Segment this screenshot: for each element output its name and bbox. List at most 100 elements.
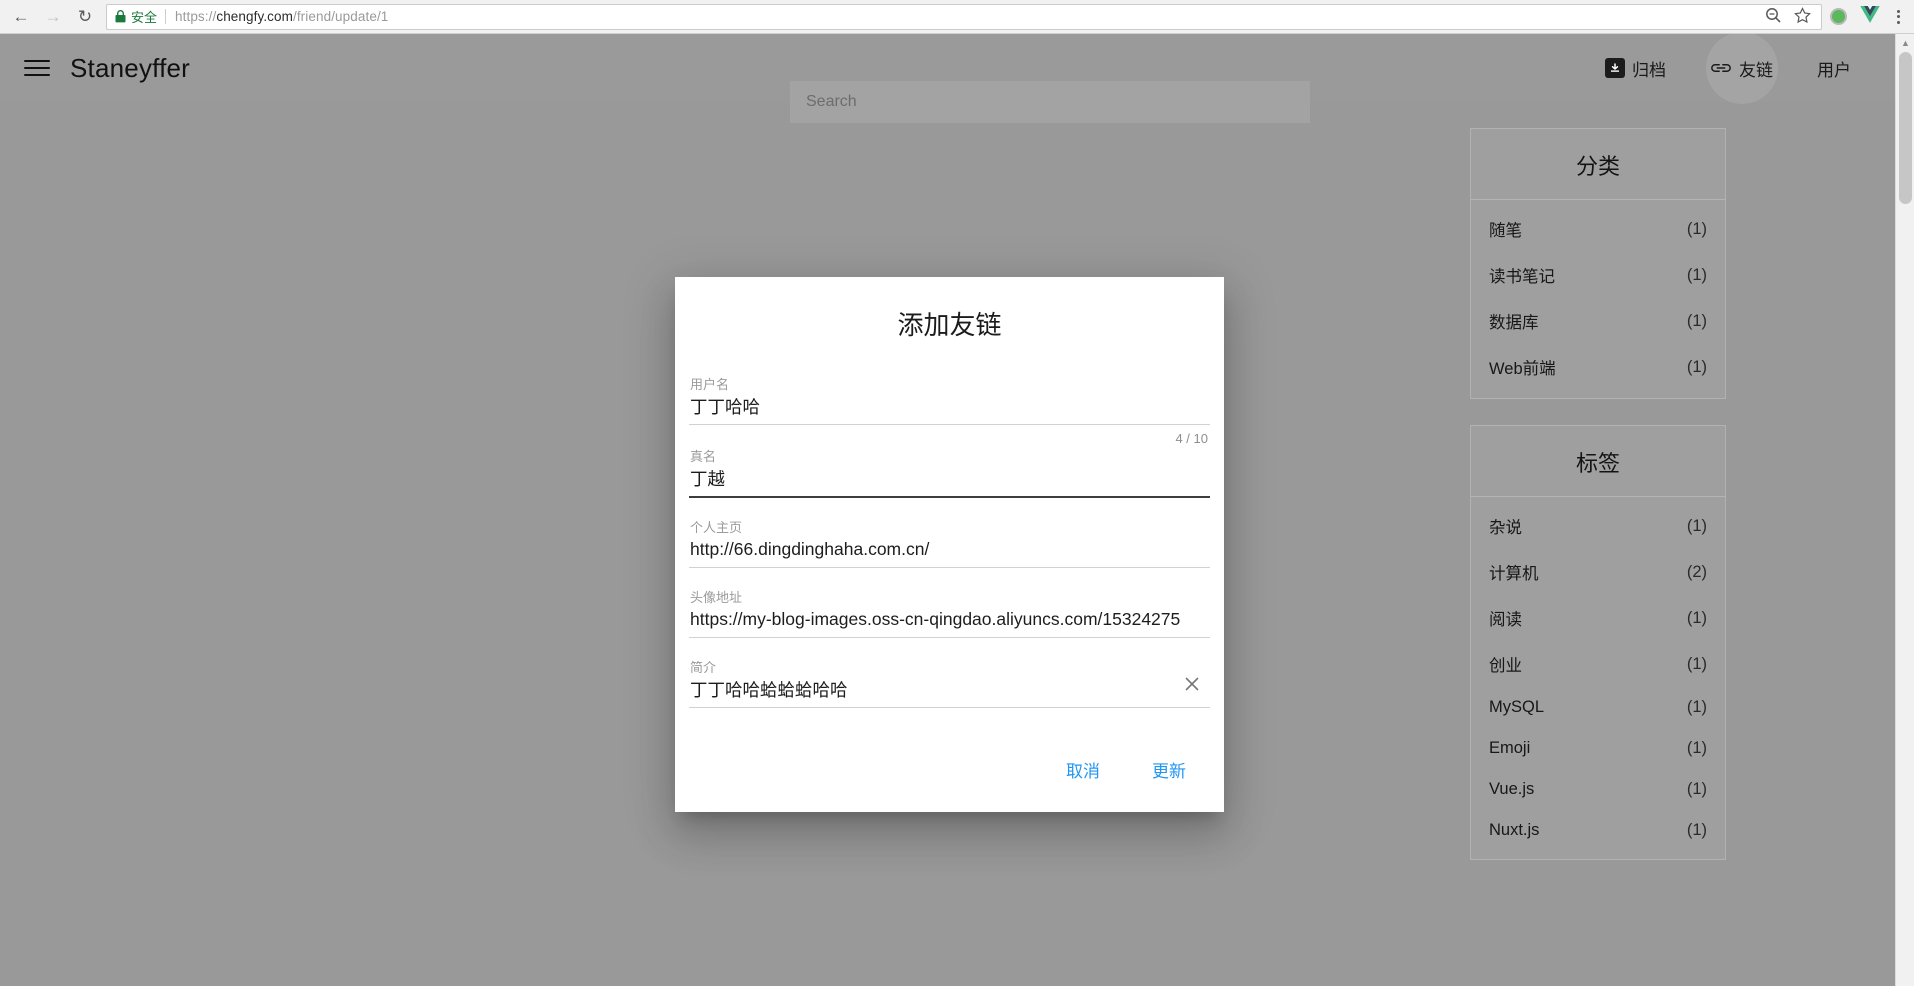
star-icon[interactable]	[1794, 6, 1811, 27]
page-title: Staneyffer	[70, 52, 191, 83]
tag-count: (2)	[1686, 562, 1707, 581]
category-count: (1)	[1686, 265, 1707, 284]
nav-item-friendlink[interactable]: 友链	[1688, 46, 1795, 91]
tag-count: (1)	[1686, 608, 1707, 627]
back-arrow-icon[interactable]: ←	[6, 3, 36, 31]
close-icon[interactable]	[1180, 672, 1204, 696]
list-item[interactable]: Web前端 (1)	[1471, 344, 1725, 390]
list-item[interactable]: MySQL (1)	[1471, 687, 1725, 728]
category-label: Web前端	[1489, 360, 1556, 378]
categories-list: 随笔 (1) 读书笔记 (1) 数据库 (1) Web前端 (1)	[1471, 200, 1725, 398]
search-container	[790, 81, 1310, 123]
field-homepage: 个人主页	[689, 498, 1210, 568]
field-avatar-url: 头像地址	[689, 568, 1210, 638]
categories-title: 分类	[1471, 129, 1725, 200]
dialog-title: 添加友链	[897, 310, 1002, 340]
field-bio-underline	[689, 706, 1210, 708]
list-item[interactable]: Vue.js (1)	[1471, 769, 1725, 810]
page-content: Staneyffer 归档 友链 用户 分类	[0, 34, 1914, 986]
browser-toolbar: ← → ↻ 安全 https://chengfy.com/friend/upda…	[0, 0, 1914, 34]
tag-label: 计算机	[1489, 565, 1539, 583]
tag-count: (1)	[1686, 780, 1707, 798]
tags-list: 杂说 (1) 计算机 (2) 阅读 (1) 创业 (1) MySQL (1) E…	[1471, 497, 1725, 859]
field-homepage-input[interactable]	[689, 538, 1210, 567]
hamburger-menu-icon[interactable]	[18, 49, 56, 87]
browser-extensions	[1830, 5, 1914, 28]
list-item[interactable]: 数据库 (1)	[1471, 298, 1725, 344]
list-item[interactable]: 随笔 (1)	[1471, 206, 1725, 252]
list-item[interactable]: Emoji (1)	[1471, 728, 1725, 769]
field-username: 用户名 4 / 10	[689, 364, 1210, 446]
category-count: (1)	[1686, 357, 1707, 376]
field-avatar-url-label: 头像地址	[690, 589, 743, 605]
update-button[interactable]: 更新	[1138, 749, 1200, 790]
search-input[interactable]	[790, 81, 1310, 123]
url-scheme: https://	[175, 9, 217, 24]
right-sidebar: 分类 随笔 (1) 读书笔记 (1) 数据库 (1) Web前端 (1) 标签 …	[1470, 128, 1726, 886]
tag-count: (1)	[1686, 654, 1707, 673]
nav-item-user-label: 用户	[1817, 60, 1851, 80]
field-username-counter: 4 / 10	[1175, 431, 1208, 446]
category-label: 随笔	[1489, 222, 1522, 240]
forward-arrow-icon[interactable]: →	[38, 3, 68, 31]
nav-item-archive[interactable]: 归档	[1583, 46, 1688, 91]
url-text: https://chengfy.com/friend/update/1	[175, 9, 388, 24]
nav-item-archive-label: 归档	[1632, 60, 1666, 80]
category-label: 数据库	[1489, 314, 1539, 332]
tag-label: 杂说	[1489, 519, 1522, 537]
zoom-icon[interactable]	[1765, 7, 1782, 27]
reload-icon[interactable]: ↻	[70, 3, 100, 31]
list-item[interactable]: Nuxt.js (1)	[1471, 810, 1725, 851]
nav-item-friendlink-label: 友链	[1739, 60, 1773, 80]
tag-count: (1)	[1686, 516, 1707, 535]
list-item[interactable]: 创业 (1)	[1471, 641, 1725, 687]
field-realname: 真名	[689, 446, 1210, 498]
scrollbar-thumb[interactable]	[1899, 52, 1912, 204]
category-count: (1)	[1686, 219, 1707, 238]
field-username-input[interactable]	[689, 396, 1210, 424]
field-avatar-url-input[interactable]	[689, 608, 1210, 637]
tag-count: (1)	[1686, 821, 1707, 839]
category-label: 读书笔记	[1489, 268, 1555, 286]
tag-label: 阅读	[1489, 611, 1522, 629]
nav-item-user[interactable]: 用户	[1795, 46, 1873, 91]
tag-count: (1)	[1686, 739, 1707, 757]
three-dot-menu-icon[interactable]	[1893, 9, 1904, 24]
chevron-up-icon[interactable]: ▲	[1896, 34, 1914, 52]
page-scrollbar[interactable]: ▲	[1895, 34, 1914, 986]
tag-label: Vue.js	[1489, 780, 1535, 798]
tag-label: Nuxt.js	[1489, 821, 1540, 839]
list-item[interactable]: 阅读 (1)	[1471, 595, 1725, 641]
lock-icon	[115, 10, 126, 23]
field-bio-label: 简介	[690, 659, 717, 675]
field-bio-input[interactable]	[689, 678, 1210, 707]
tags-card: 标签 杂说 (1) 计算机 (2) 阅读 (1) 创业 (1) MySQL (1…	[1470, 425, 1726, 860]
tag-label: 创业	[1489, 657, 1522, 675]
header-nav: 归档 友链 用户	[1583, 46, 1873, 91]
categories-card: 分类 随笔 (1) 读书笔记 (1) 数据库 (1) Web前端 (1)	[1470, 128, 1726, 399]
tag-label: MySQL	[1489, 698, 1545, 716]
archive-icon	[1605, 58, 1625, 78]
list-item[interactable]: 杂说 (1)	[1471, 503, 1725, 549]
address-bar[interactable]: 安全 https://chengfy.com/friend/update/1	[106, 3, 1822, 30]
omnibox-divider	[165, 9, 167, 24]
dialog-actions: 取消 更新	[675, 731, 1224, 812]
dialog-form: 用户名 4 / 10 真名 个人主页 头像地址 简介	[675, 364, 1224, 731]
list-item[interactable]: 读书笔记 (1)	[1471, 252, 1725, 298]
field-homepage-label: 个人主页	[690, 519, 743, 535]
cancel-button[interactable]: 取消	[1052, 749, 1114, 790]
url-path: /friend/update/1	[292, 9, 389, 24]
list-item[interactable]: 计算机 (2)	[1471, 549, 1725, 595]
tags-title: 标签	[1471, 426, 1725, 497]
green-dot-extension-icon[interactable]	[1830, 8, 1847, 25]
add-friendlink-dialog: 添加友链 用户名 4 / 10 真名 个人主页 头像地址	[675, 277, 1224, 812]
vue-devtools-icon[interactable]	[1860, 5, 1880, 28]
tag-label: Emoji	[1489, 739, 1531, 757]
field-username-label: 用户名	[690, 377, 730, 392]
field-realname-input[interactable]	[689, 468, 1210, 496]
category-count: (1)	[1686, 311, 1707, 330]
link-icon	[1710, 61, 1732, 75]
url-host: chengfy.com	[216, 9, 293, 24]
field-realname-label: 真名	[690, 449, 717, 464]
tag-count: (1)	[1686, 698, 1707, 716]
